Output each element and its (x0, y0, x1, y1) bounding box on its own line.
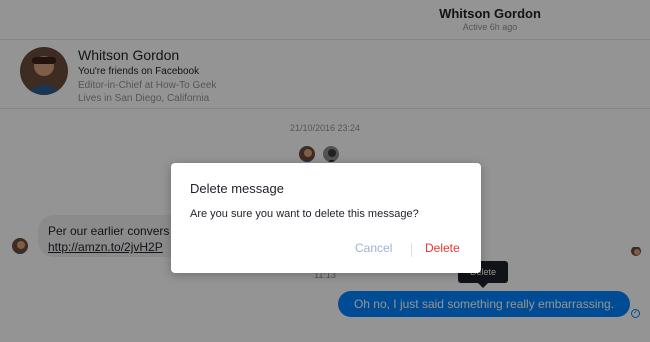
button-divider (411, 243, 412, 257)
dialog-title: Delete message (190, 181, 284, 196)
delete-message-dialog: Delete message Are you sure you want to … (171, 163, 481, 273)
delete-button[interactable]: Delete (425, 241, 460, 255)
cancel-button[interactable]: Cancel (355, 241, 392, 255)
dialog-body: Are you sure you want to delete this mes… (190, 208, 419, 220)
